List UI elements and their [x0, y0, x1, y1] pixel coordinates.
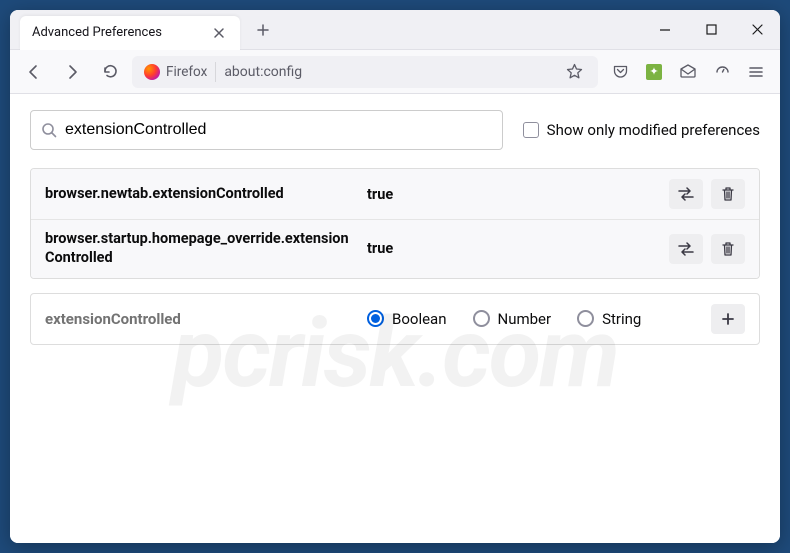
firefox-icon: [144, 64, 160, 80]
tab-advanced-preferences[interactable]: Advanced Preferences: [20, 16, 240, 50]
toggle-button[interactable]: [669, 234, 703, 264]
maximize-button[interactable]: [688, 10, 734, 50]
bookmark-star-button[interactable]: [558, 56, 590, 88]
pref-name: browser.newtab.extensionControlled: [45, 185, 355, 204]
titlebar: Advanced Preferences: [10, 10, 780, 50]
pref-row: browser.newtab.extensionControlled true: [31, 169, 759, 220]
add-pref-block: extensionControlled Boolean Number Strin…: [30, 293, 760, 345]
site-identity[interactable]: Firefox: [140, 62, 216, 82]
app-menu-button[interactable]: [740, 56, 772, 88]
shield-button[interactable]: [706, 56, 738, 88]
back-button[interactable]: [18, 56, 50, 88]
radio-icon: [367, 310, 384, 327]
new-tab-button[interactable]: [248, 15, 278, 45]
close-tab-button[interactable]: [210, 24, 228, 42]
pref-row: browser.startup.homepage_override.extens…: [31, 220, 759, 278]
search-row: Show only modified preferences: [30, 110, 760, 150]
tab-title: Advanced Preferences: [32, 25, 210, 40]
radio-icon: [473, 310, 490, 327]
pref-value: true: [367, 186, 657, 203]
radio-boolean[interactable]: Boolean: [367, 310, 447, 328]
inbox-button[interactable]: [672, 56, 704, 88]
minimize-button[interactable]: [642, 10, 688, 50]
show-modified-checkbox[interactable]: Show only modified preferences: [523, 121, 760, 139]
radio-string[interactable]: String: [577, 310, 641, 328]
forward-button[interactable]: [56, 56, 88, 88]
url-bar[interactable]: Firefox about:config: [132, 56, 598, 88]
pref-name: browser.startup.homepage_override.extens…: [45, 230, 355, 268]
delete-button[interactable]: [711, 179, 745, 209]
search-icon: [41, 122, 57, 138]
pref-search-box[interactable]: [30, 110, 503, 150]
pref-search-input[interactable]: [65, 121, 492, 139]
navigation-toolbar: Firefox about:config ✦: [10, 50, 780, 94]
radio-icon: [577, 310, 594, 327]
type-radio-group: Boolean Number String: [367, 310, 699, 328]
close-window-button[interactable]: [734, 10, 780, 50]
extension-button[interactable]: ✦: [638, 56, 670, 88]
add-button[interactable]: [711, 304, 745, 334]
url-text: about:config: [224, 64, 302, 80]
identity-label: Firefox: [166, 64, 207, 80]
radio-label: Number: [498, 310, 552, 328]
toolbar-right-icons: ✦: [604, 56, 772, 88]
pocket-button[interactable]: [604, 56, 636, 88]
browser-window: Advanced Preferences: [10, 10, 780, 543]
window-controls: [642, 10, 780, 50]
show-modified-label: Show only modified preferences: [547, 121, 760, 139]
extension-icon: ✦: [646, 64, 662, 80]
new-pref-name: extensionControlled: [45, 310, 355, 328]
about-config-content: pcrisk.com Show only modified preference…: [10, 94, 780, 543]
pref-value: true: [367, 240, 657, 257]
reload-button[interactable]: [94, 56, 126, 88]
toggle-button[interactable]: [669, 179, 703, 209]
add-pref-row: extensionControlled Boolean Number Strin…: [31, 294, 759, 344]
radio-label: Boolean: [392, 310, 447, 328]
delete-button[interactable]: [711, 234, 745, 264]
radio-number[interactable]: Number: [473, 310, 552, 328]
checkbox-icon: [523, 122, 539, 138]
radio-label: String: [602, 310, 641, 328]
prefs-list: browser.newtab.extensionControlled true …: [30, 168, 760, 279]
